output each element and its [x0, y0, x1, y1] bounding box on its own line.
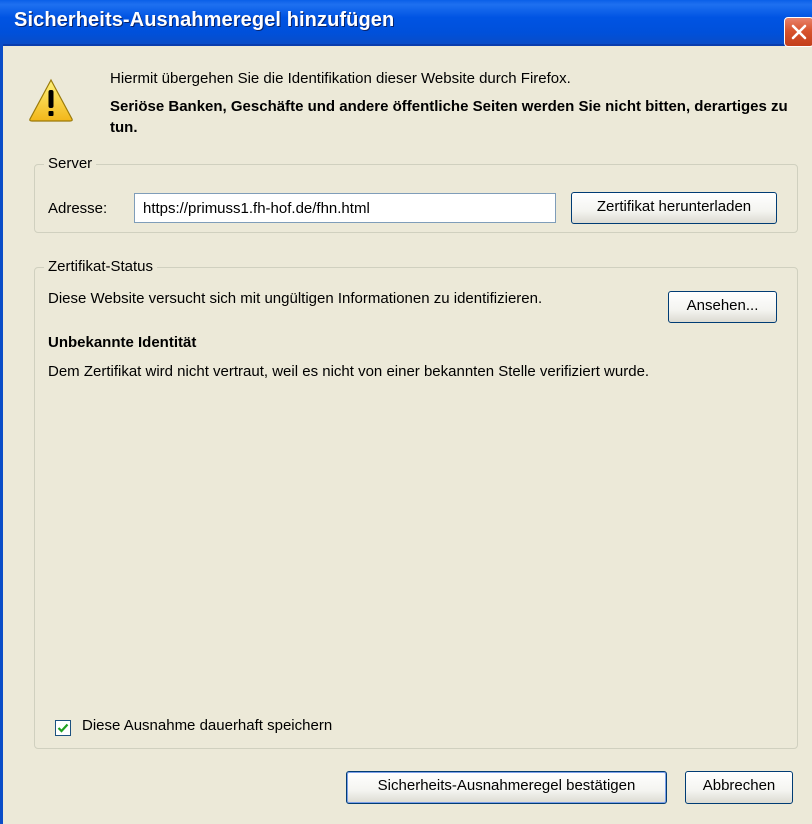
confirm-exception-button[interactable]: Sicherheits-Ausnahmeregel bestätigen	[346, 771, 667, 804]
window-border	[0, 44, 3, 824]
certificate-status-message: Diese Website versucht sich mit ungültig…	[48, 290, 543, 307]
address-input[interactable]	[134, 193, 556, 223]
certificate-status-label: Zertifikat-Status	[44, 258, 158, 275]
server-group-label: Server	[44, 155, 97, 172]
check-icon	[57, 723, 69, 733]
identity-detail: Dem Zertifikat wird nicht vertraut, weil…	[48, 363, 650, 380]
permanent-exception-checkbox[interactable]	[55, 720, 71, 736]
exception-dialog: Sicherheits-Ausnahmeregel hinzufügen Hie…	[0, 0, 812, 824]
warning-icon	[29, 78, 73, 122]
close-icon	[791, 24, 807, 40]
download-certificate-button[interactable]: Zertifikat herunterladen	[571, 192, 777, 224]
title-bar: Sicherheits-Ausnahmeregel hinzufügen	[0, 0, 812, 47]
cancel-button[interactable]: Abbrechen	[685, 771, 793, 804]
close-button[interactable]	[784, 17, 812, 47]
identity-heading: Unbekannte Identität	[48, 334, 197, 351]
window-title: Sicherheits-Ausnahmeregel hinzufügen	[14, 9, 395, 31]
view-certificate-button[interactable]: Ansehen...	[668, 291, 777, 323]
warning-text: Seriöse Banken, Geschäfte und andere öff…	[110, 98, 788, 136]
intro-text: Hiermit übergehen Sie die Identifikation…	[110, 70, 571, 87]
permanent-exception-label: Diese Ausnahme dauerhaft speichern	[82, 717, 333, 734]
address-label: Adresse:	[48, 200, 108, 217]
